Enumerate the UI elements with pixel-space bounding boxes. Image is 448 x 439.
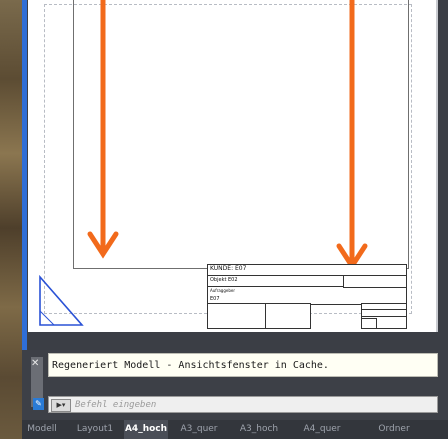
tab-ordner[interactable]: Ordner (372, 420, 416, 439)
tab-a4-quer[interactable]: A4_quer (298, 420, 346, 439)
command-input[interactable]: ▶▾ Befehl eingeben (48, 396, 438, 413)
command-placeholder: Befehl eingeben (75, 400, 157, 410)
wrench-icon[interactable]: ✎ (33, 398, 44, 410)
orange-arrow-right-icon (336, 0, 368, 271)
title-block-client: Aufraggeber (210, 288, 235, 293)
tab-layout1[interactable]: Layout1 (74, 420, 116, 439)
command-history: Regeneriert Modell - Ansichtsfenster in … (48, 353, 438, 377)
orange-arrow-left-icon (87, 0, 119, 259)
tab-a4-hoch[interactable]: A4_hoch (124, 420, 168, 439)
tab-a3-hoch[interactable]: A3_hoch (236, 420, 282, 439)
background-photo-strip (0, 0, 22, 439)
tab-modell[interactable]: Modell (22, 420, 62, 439)
layout-tab-bar: Modell Layout1 A4_hoch A3_quer A3_hoch A… (22, 420, 448, 439)
title-block-customer: KUNDE: E07 (210, 265, 247, 272)
title-block-object: Objekt E02 (210, 277, 238, 283)
title-block-code: E07 (210, 296, 220, 302)
tab-a3-quer[interactable]: A3_quer (176, 420, 222, 439)
viewport-selection-edge (22, 0, 27, 350)
command-recent-button[interactable]: ▶▾ (51, 399, 71, 412)
close-command-line-icon[interactable]: ✕ (31, 358, 39, 370)
ucs-triangle-icon (39, 275, 84, 326)
